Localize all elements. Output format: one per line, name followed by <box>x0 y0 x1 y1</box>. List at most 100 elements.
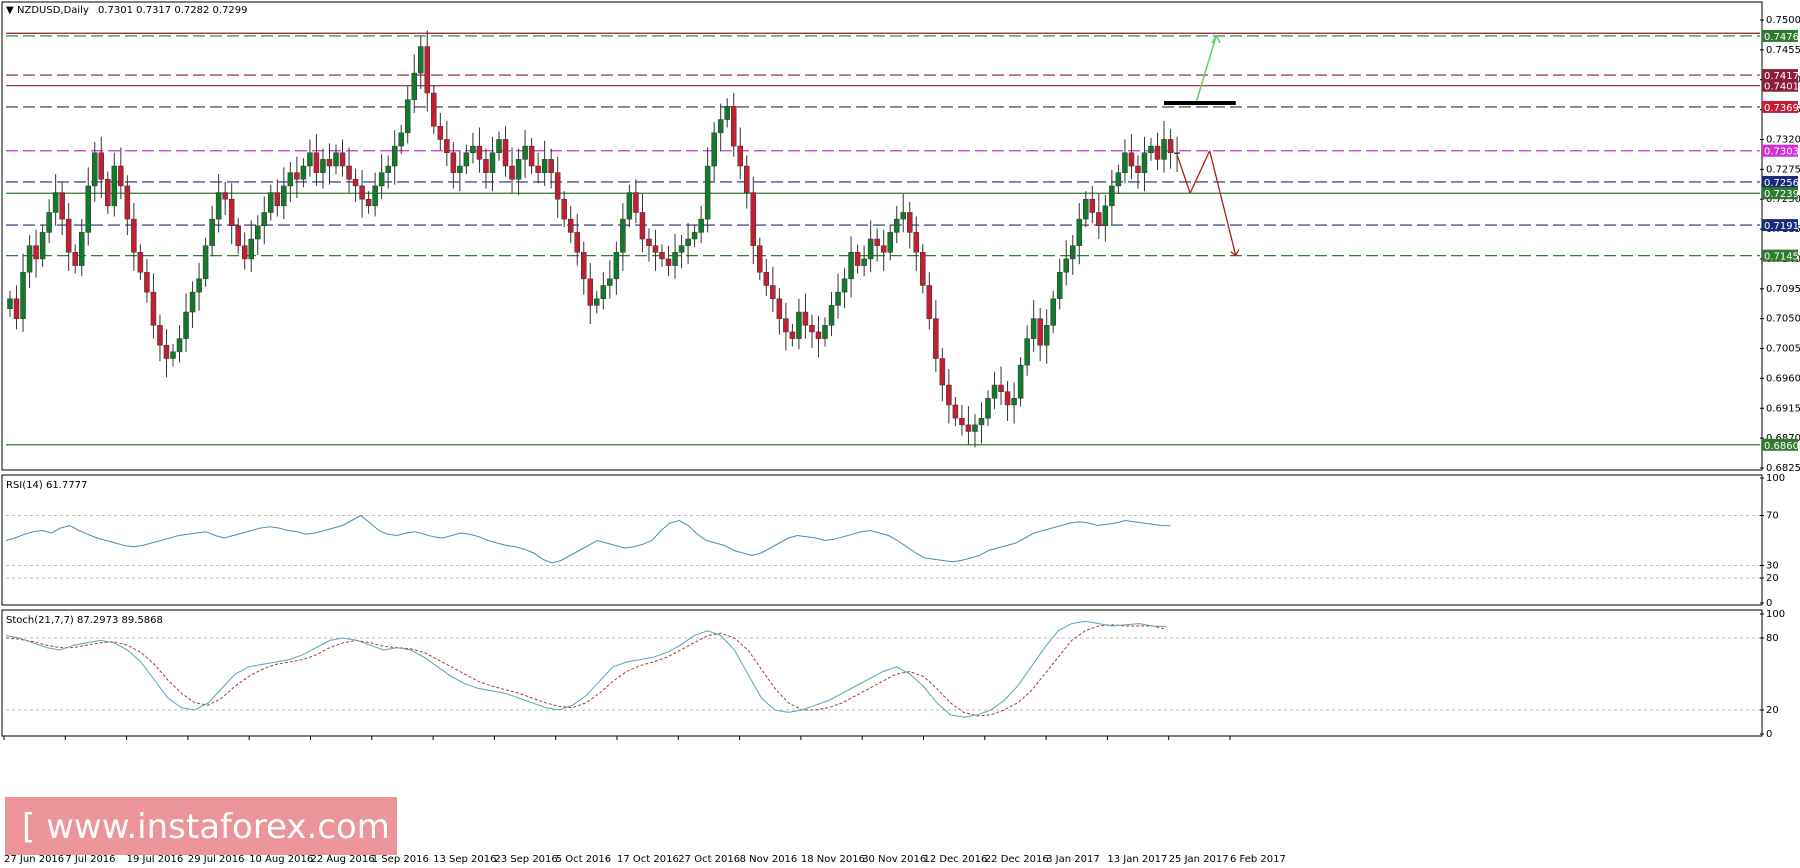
price-tick-label: 0.6915 <box>1766 403 1800 414</box>
candle-body <box>176 338 183 353</box>
candle-body <box>796 311 802 339</box>
candles <box>7 30 1180 448</box>
candle-body <box>241 245 248 260</box>
candle-body <box>509 165 515 180</box>
candle-body <box>522 145 528 160</box>
projection-up-line <box>1195 35 1217 102</box>
candle-body <box>581 252 587 280</box>
candle-body <box>900 212 906 220</box>
time-tick-label: 5 Oct 2016 <box>556 854 611 865</box>
time-tick-label: 13 Sep 2016 <box>433 854 496 865</box>
candle-body <box>1030 318 1037 339</box>
candle-body <box>574 232 580 253</box>
time-tick-label: 18 Nov 2016 <box>801 854 865 865</box>
candle-body <box>848 252 854 280</box>
candle-body <box>274 192 281 207</box>
candle-body <box>874 238 880 246</box>
candle-body <box>13 298 20 319</box>
candle-body <box>1043 325 1050 346</box>
stoch-axis-label: 0 <box>1766 729 1772 740</box>
time-tick-label: 23 Sep 2016 <box>494 854 557 865</box>
candle-body <box>1017 364 1024 399</box>
candle-body <box>189 291 196 313</box>
candle-body <box>567 218 574 233</box>
time-tick-label: 12 Dec 2016 <box>924 854 988 865</box>
stoch-axis-label: 100 <box>1766 609 1785 620</box>
stoch-axis-label: 80 <box>1766 633 1779 644</box>
candle-body <box>750 192 757 246</box>
rsi-line <box>5 514 1171 564</box>
candle-body <box>476 145 483 160</box>
candle-body <box>320 159 326 173</box>
candle-body <box>659 252 665 260</box>
candle-body <box>672 252 678 266</box>
candle-body <box>450 152 457 173</box>
price-tick-label: 0.7455 <box>1766 45 1800 56</box>
candle-body <box>1076 218 1083 246</box>
candle-body <box>652 245 659 253</box>
candle-body <box>1089 198 1096 213</box>
time-tick-label: 27 Oct 2016 <box>678 854 740 865</box>
candle-body <box>541 159 548 173</box>
candle-body <box>215 192 222 220</box>
candle-body <box>235 225 241 246</box>
projection-up-arrowhead <box>1211 34 1221 44</box>
candle-body <box>985 398 991 419</box>
candle-body <box>72 252 78 266</box>
candle-body <box>776 298 783 319</box>
candle-body <box>920 252 926 286</box>
candle-body <box>763 271 770 286</box>
candle-body <box>867 238 874 260</box>
candle-body <box>124 185 131 220</box>
candle-body <box>196 278 202 293</box>
candle-body <box>1056 271 1063 300</box>
candle-body <box>431 92 437 127</box>
level-tag-label: 0.7303 <box>1764 147 1799 158</box>
candle-body <box>691 232 698 240</box>
time-tick-label: 17 Oct 2016 <box>617 854 679 865</box>
candle-body <box>861 258 867 266</box>
candle-body <box>665 258 672 266</box>
candle-body <box>789 331 796 339</box>
candle-body <box>561 198 567 220</box>
candle-body <box>939 358 946 386</box>
candle-body <box>170 351 176 359</box>
candle-body <box>952 404 959 419</box>
candle-body <box>535 165 541 173</box>
candle-body <box>991 384 998 399</box>
candle-body <box>854 252 861 266</box>
candle-body <box>85 185 91 233</box>
candle-body <box>496 139 502 153</box>
candle-body <box>515 159 522 180</box>
time-tick-label: 19 Jul 2016 <box>127 854 184 865</box>
candle-body <box>704 165 711 220</box>
candle-body <box>1161 139 1167 160</box>
candle-body <box>372 185 378 207</box>
candle-body <box>437 125 444 140</box>
level-tag-label: 0.7401 <box>1764 82 1799 93</box>
time-tick-label: 6 Feb 2017 <box>1230 854 1286 865</box>
candle-body <box>893 218 900 233</box>
candle-body <box>1174 152 1180 154</box>
candle-body <box>333 152 339 167</box>
projection-annotations <box>1164 34 1240 257</box>
candle-body <box>802 311 809 326</box>
candle-body <box>946 384 952 406</box>
candle-body <box>633 192 639 213</box>
candle-body <box>822 325 828 339</box>
candle-body <box>326 159 333 167</box>
candle-body <box>528 145 535 167</box>
candle-body <box>404 99 411 134</box>
candle-body <box>470 145 476 153</box>
candle-body <box>1011 398 1017 406</box>
candle-body <box>841 278 848 293</box>
horizontal-levels <box>6 32 1760 446</box>
rsi-axis-label: 20 <box>1766 573 1779 584</box>
candle-body <box>391 145 398 167</box>
time-tick-label: 30 Nov 2016 <box>862 854 926 865</box>
level-tag-label: 0.7369 <box>1764 103 1799 114</box>
candle-body <box>1167 139 1174 153</box>
candle-body <box>46 212 52 233</box>
time-tick-label: 29 Jul 2016 <box>188 854 245 865</box>
candle-body <box>294 172 300 180</box>
